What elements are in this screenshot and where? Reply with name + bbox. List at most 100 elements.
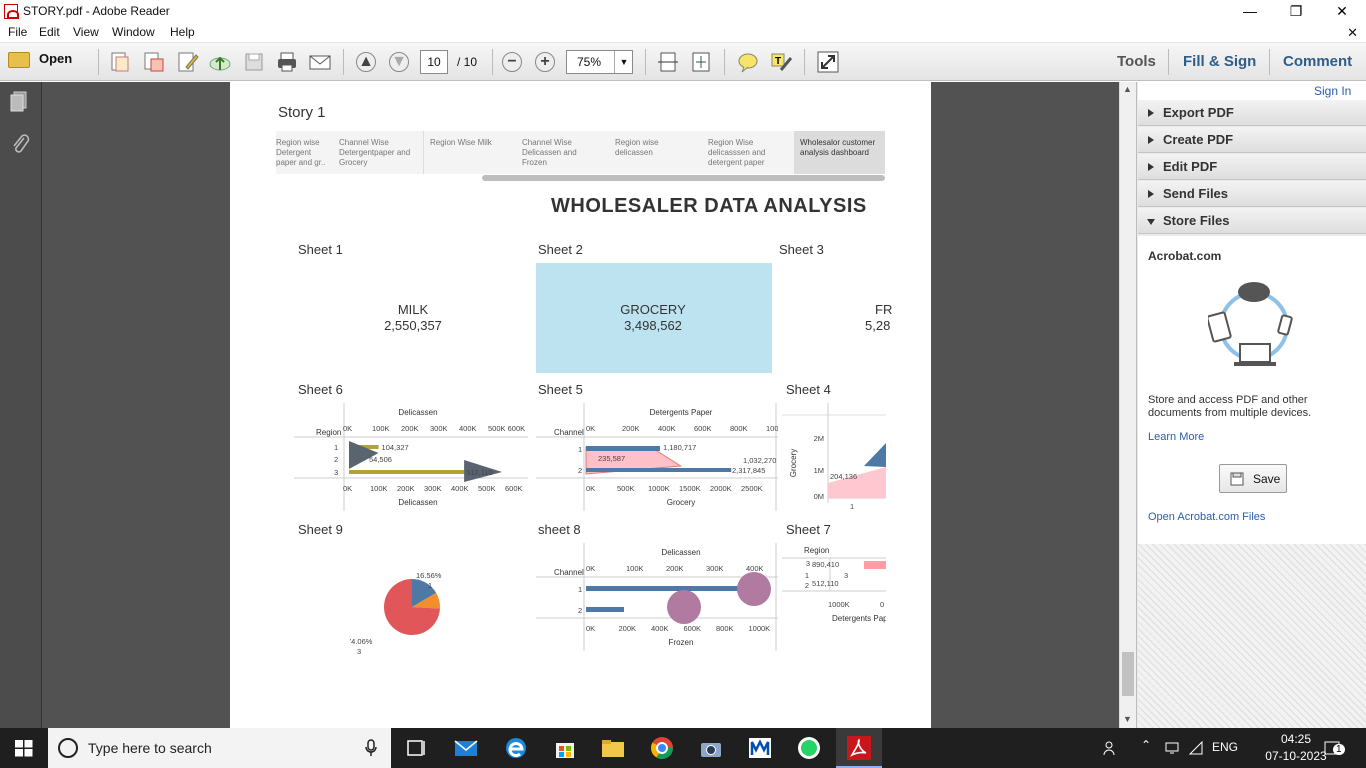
menu-file[interactable]: File [8,25,27,39]
open-button[interactable]: Open [8,51,72,68]
fit-page-icon[interactable] [689,50,713,74]
highlight-text-icon[interactable]: T [769,50,793,74]
sheet-5-chart: Detergents Paper Channel Grocery 0K 200K 4… [536,403,778,511]
clock-time[interactable]: 04:25 [1266,732,1326,746]
close-button[interactable]: ✕ [1319,0,1365,22]
menu-view[interactable]: View [73,25,99,39]
edge-browser-icon[interactable] [504,736,528,760]
sheet-1-label: Sheet 1 [298,242,343,257]
taskbar-search[interactable]: Type here to search [48,728,391,768]
minimize-button[interactable]: — [1227,0,1273,22]
frozen-kpi: FR 5,28 [863,302,923,334]
camera-app-icon[interactable] [699,736,723,760]
story-tab-4[interactable]: Channel Wise Delicassen and Frozen [522,138,602,168]
sign-in-link[interactable]: Sign In [1314,84,1351,98]
zoom-select[interactable]: 75% ▼ [566,50,633,74]
microphone-icon[interactable] [364,739,378,757]
sheet-8-bubble [667,590,701,624]
page-thumbnails-icon[interactable] [8,90,32,114]
menu-bar: File Edit View Window Help ✕ [0,23,1366,43]
create-pdf-section[interactable]: Create PDF [1138,127,1366,153]
scroll-up-icon[interactable]: ▲ [1123,84,1132,94]
network-icon[interactable] [1165,741,1181,755]
sheet-5-bottom-tick: 500K [617,484,635,493]
scroll-down-icon[interactable]: ▼ [1123,714,1132,724]
task-view-icon[interactable] [404,736,428,760]
attachment-icon[interactable] [8,132,32,156]
email-icon[interactable] [308,50,332,74]
sheet-5-xlabel: Grocery [667,498,695,507]
page-number-input[interactable]: 10 [420,50,448,74]
sheet-8-bottom-tick: 0K [586,624,595,633]
frozen-kpi-label: FR [875,302,893,317]
upload-cloud-icon[interactable] [208,50,232,74]
save-button[interactable]: Save [1219,464,1287,493]
people-icon[interactable] [1103,740,1119,756]
sheet-6-data-label: 54,506 [369,455,392,464]
export-pdf-section[interactable]: Export PDF [1138,100,1366,126]
story-tab-7-active[interactable]: Wholesalor customer analysis dashboard [800,138,882,158]
windows-start-icon[interactable] [15,740,33,757]
full-screen-icon[interactable] [816,50,840,74]
pane-background [1138,544,1366,728]
tab-scrollbar[interactable] [482,175,885,181]
notification-count: 1 [1333,744,1345,755]
edit-pdf-section[interactable]: Edit PDF [1138,154,1366,180]
vertical-scrollbar[interactable]: ▲ ▼ [1119,82,1136,728]
sheet-6-category-label: 1 [334,443,338,452]
comment-link[interactable]: Comment [1283,53,1352,70]
edit-pdf-icon[interactable] [176,50,200,74]
learn-more-link[interactable]: Learn More [1148,431,1204,443]
next-page-icon[interactable]: ▼ [389,52,409,72]
language-indicator[interactable]: ENG [1212,740,1238,754]
wifi-icon[interactable] [1188,740,1204,756]
menu-help[interactable]: Help [170,25,195,39]
story-tab-5[interactable]: Region wise delicassen [615,138,675,158]
sheet-5-bottom-tick: 1500K [679,484,701,493]
open-acrobat-files-link[interactable]: Open Acrobat.com Files [1148,511,1265,523]
sheet-6-bottom-tick: 500K [478,484,496,493]
page-total: / 10 [457,55,478,69]
fit-width-icon[interactable] [656,50,680,74]
menu-window[interactable]: Window [112,25,155,39]
story-tab-1[interactable]: Region wise Detergent paper and gr.. [276,138,328,168]
story-tab-2[interactable]: Channel Wise Detergentpaper and Grocery [339,138,417,168]
create-pdf-icon[interactable] [108,50,132,74]
print-icon[interactable] [275,50,299,74]
zoom-in-icon[interactable]: + [535,52,555,72]
store-files-section[interactable]: Store Files [1138,208,1366,234]
combine-files-icon[interactable] [142,50,166,74]
save-icon[interactable] [242,50,266,74]
mail-app-icon[interactable] [454,736,478,760]
clock-date[interactable]: 07-10-2023 [1262,749,1330,763]
tools-link[interactable]: Tools [1117,53,1156,70]
sheet-8-bubble [737,572,771,606]
separator [804,49,805,75]
chevron-down-icon[interactable]: ▼ [614,51,633,73]
sheet-6-marks: 0K 100K 200K 300K 400K 500K 600K 0K 100K 200K 300… [334,424,525,493]
sheet-5-title: Detergents Paper [650,408,713,417]
chrome-browser-icon[interactable] [650,736,674,760]
sticky-note-icon[interactable] [736,50,760,74]
store-app-icon[interactable] [553,736,577,760]
file-explorer-icon[interactable] [601,736,625,760]
story-tab-3[interactable]: Region Wise Milk [430,138,500,148]
scroll-thumb[interactable] [1122,652,1134,696]
show-hidden-icons[interactable]: ⌃ [1141,738,1151,752]
menu-edit[interactable]: Edit [39,25,60,39]
close-document-icon[interactable]: ✕ [1347,25,1358,41]
zoom-out-icon[interactable]: − [502,52,522,72]
send-files-section[interactable]: Send Files [1138,181,1366,207]
adobe-reader-taskbar-button[interactable] [836,728,882,768]
sheet-8-label: sheet 8 [538,522,581,537]
navigation-pane [0,82,42,728]
whatsapp-icon[interactable] [797,736,821,760]
previous-page-icon[interactable]: ▲ [356,52,376,72]
story-tab-6[interactable]: Region Wise delicasssen and detergent pa… [708,138,778,168]
fill-sign-link[interactable]: Fill & Sign [1183,53,1256,70]
svg-text:T: T [775,56,781,67]
meter-app-icon[interactable] [748,736,772,760]
sheet-8-category-label: 1 [578,585,582,594]
zoom-value: 75% [577,55,602,69]
restore-button[interactable]: ❐ [1273,0,1319,22]
